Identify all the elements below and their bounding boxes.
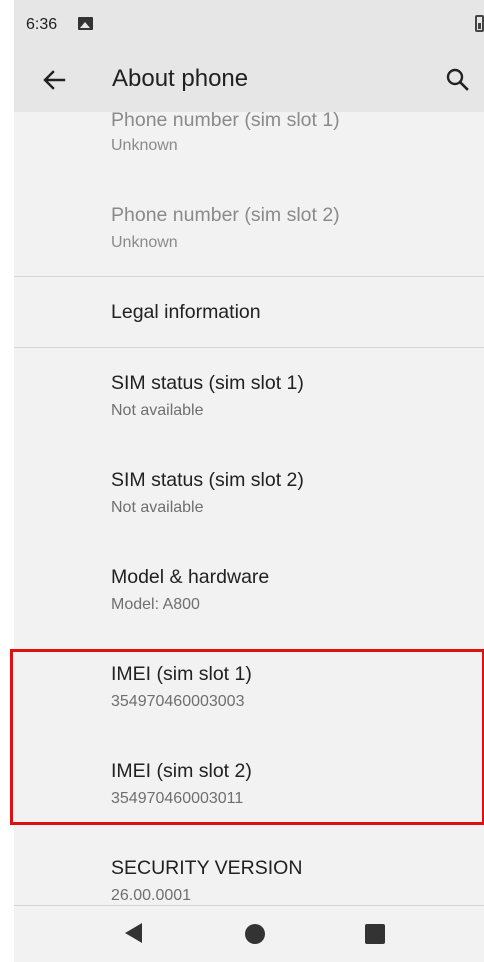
- phone-screen: 6:36 About phone Phone number (sim slot …: [14, 0, 484, 962]
- item-title: IMEI (sim slot 2): [111, 760, 252, 782]
- list-item-sim-status-sim1[interactable]: SIM status (sim slot 1) Not available: [14, 348, 484, 445]
- item-title: Model & hardware: [111, 566, 270, 588]
- app-bar: About phone: [14, 50, 484, 112]
- item-title: SIM status (sim slot 1): [111, 372, 304, 394]
- list-item-model-hardware[interactable]: Model & hardware Model: A800: [14, 542, 484, 639]
- item-subtitle: Unknown: [111, 137, 178, 154]
- back-arrow-icon[interactable]: [38, 64, 70, 96]
- status-time: 6:36: [26, 16, 58, 33]
- item-subtitle: 26.00.0001: [111, 887, 192, 904]
- list-item-phone-number-sim1: Phone number (sim slot 1) Unknown: [14, 112, 484, 162]
- item-subtitle: 354970460003011: [111, 790, 244, 807]
- settings-list: Phone number (sim slot 1) Unknown Phone …: [14, 112, 484, 906]
- item-title: IMEI (sim slot 1): [111, 663, 252, 685]
- list-item-sim-status-sim2[interactable]: SIM status (sim slot 2) Not available: [14, 445, 484, 542]
- list-item-legal-information[interactable]: Legal information: [14, 277, 484, 347]
- list-item-imei-sim2[interactable]: IMEI (sim slot 2) 354970460003011: [14, 736, 484, 833]
- nav-home-icon[interactable]: [245, 924, 265, 944]
- item-subtitle: Model: A800: [111, 596, 200, 613]
- item-subtitle: Not available: [111, 499, 204, 516]
- list-item-imei-sim1[interactable]: IMEI (sim slot 1) 354970460003003: [14, 639, 484, 736]
- nav-back-icon[interactable]: [125, 923, 142, 943]
- item-title: SIM status (sim slot 2): [111, 469, 304, 491]
- nav-recents-icon[interactable]: [365, 924, 385, 944]
- item-title: Phone number (sim slot 1): [111, 112, 340, 131]
- item-subtitle: 354970460003003: [111, 693, 245, 710]
- status-bar: 6:36: [14, 0, 484, 50]
- item-subtitle: Unknown: [111, 234, 178, 251]
- list-item-phone-number-sim2: Phone number (sim slot 2) Unknown: [14, 184, 484, 276]
- item-subtitle: Not available: [111, 402, 204, 419]
- search-icon[interactable]: [442, 64, 474, 96]
- item-title: SECURITY VERSION: [111, 857, 303, 879]
- item-title: Phone number (sim slot 2): [111, 204, 340, 226]
- navigation-bar: [14, 906, 484, 962]
- image-notification-icon: [78, 17, 93, 30]
- battery-icon: [475, 15, 484, 32]
- page-title: About phone: [112, 65, 249, 92]
- item-title: Legal information: [111, 301, 261, 323]
- list-item-security-version[interactable]: SECURITY VERSION 26.00.0001: [14, 833, 484, 906]
